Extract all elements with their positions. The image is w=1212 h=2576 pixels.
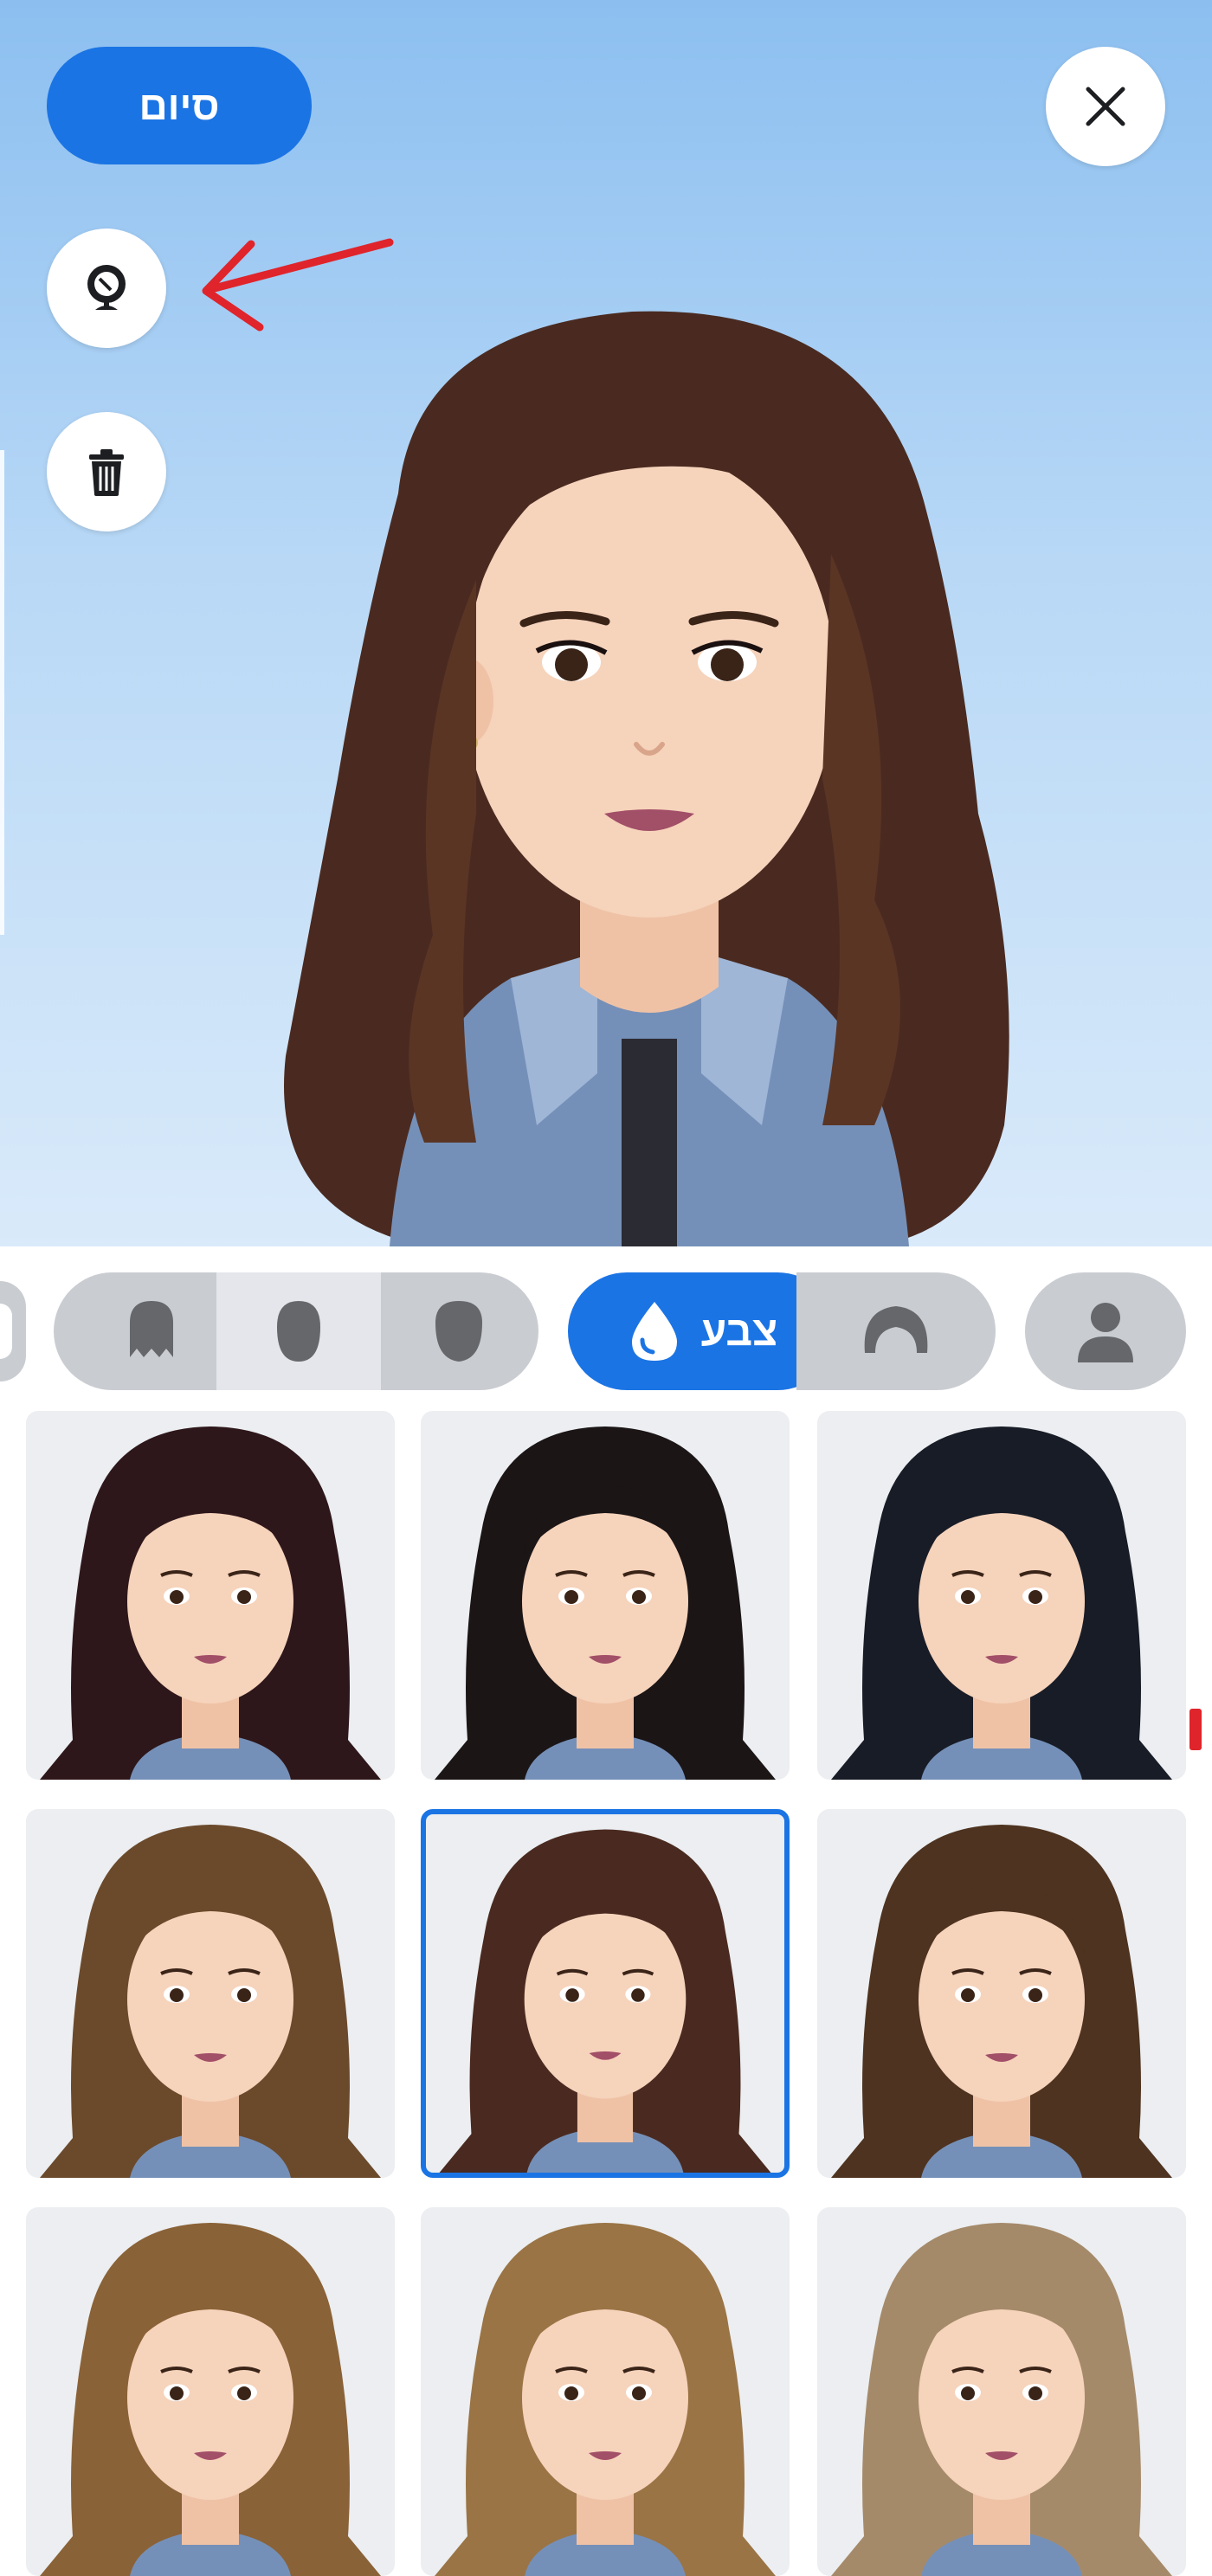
hair-color-option-3[interactable] xyxy=(817,1411,1186,1780)
person-icon xyxy=(1078,1303,1133,1362)
hair-color-option-9[interactable] xyxy=(817,2207,1186,2576)
hair-color-option-1[interactable] xyxy=(26,1411,395,1780)
hair-color-option-4[interactable] xyxy=(26,1809,395,2178)
avatar-thumbnail xyxy=(831,1825,1172,2178)
tab-face-shape-1[interactable] xyxy=(87,1272,216,1390)
hair-color-option-8[interactable] xyxy=(421,2207,790,2576)
avatar-thumbnail xyxy=(40,2223,381,2576)
avatar-preview: סיום xyxy=(0,0,1212,1246)
avatar-thumbnail xyxy=(831,1426,1172,1780)
close-icon xyxy=(1086,87,1125,126)
tab-face-shape-2[interactable] xyxy=(234,1272,364,1390)
tab-face-shape-3[interactable] xyxy=(390,1272,528,1390)
face-icon xyxy=(435,1301,482,1362)
mirror-icon xyxy=(87,265,126,310)
avatar-illustration xyxy=(284,311,1009,1246)
trash-icon xyxy=(89,449,124,496)
hair-color-option-7[interactable] xyxy=(26,2207,395,2576)
hair-color-option-5[interactable] xyxy=(421,1809,790,2178)
droplet-icon xyxy=(631,1302,677,1361)
face-icon xyxy=(277,1301,320,1362)
avatar-thumbnail xyxy=(40,1426,381,1780)
edge-divider xyxy=(0,450,4,935)
mirror-button[interactable] xyxy=(47,229,166,348)
face-icon xyxy=(130,1301,173,1357)
avatar-thumbnail xyxy=(831,2223,1172,2576)
hair-color-grid xyxy=(0,1411,1212,2576)
hair-color-option-6[interactable] xyxy=(817,1809,1186,2178)
hair-color-option-2[interactable] xyxy=(421,1411,790,1780)
done-button[interactable]: סיום xyxy=(47,47,312,164)
avatar-thumbnail xyxy=(435,1426,776,1780)
delete-button[interactable] xyxy=(47,412,166,531)
close-button[interactable] xyxy=(1046,47,1165,166)
hair-icon xyxy=(864,1306,928,1353)
tab-hair[interactable] xyxy=(796,1272,996,1390)
annotation-mark xyxy=(1189,1709,1202,1750)
avatar-thumbnail xyxy=(439,1829,771,2173)
avatar-thumbnail xyxy=(435,2223,776,2576)
avatar-thumbnail xyxy=(40,1825,381,2178)
tab-body[interactable] xyxy=(1025,1272,1186,1390)
tab-color-label: צבע xyxy=(700,1308,778,1355)
